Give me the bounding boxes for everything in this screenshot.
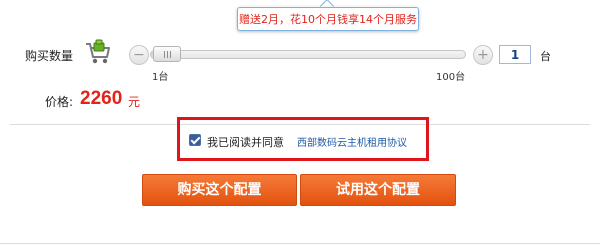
buy-config-button[interactable]: 购买这个配置	[142, 174, 297, 206]
try-config-button[interactable]: 试用这个配置	[300, 174, 456, 206]
price-unit: 元	[128, 95, 141, 109]
quantity-slider-handle[interactable]	[153, 46, 181, 62]
slider-max-label: 100台	[436, 72, 466, 83]
quantity-unit: 台	[540, 50, 551, 63]
quantity-slider-track[interactable]	[150, 50, 466, 59]
shopping-cart-icon	[84, 39, 112, 71]
quantity-label: 购买数量	[25, 49, 74, 63]
decrease-quantity-button[interactable]: −	[129, 45, 149, 65]
price-value: 2260	[80, 88, 123, 109]
quantity-input[interactable]	[499, 45, 531, 64]
slider-min-label: 1台	[152, 72, 169, 83]
increase-quantity-button[interactable]: +	[473, 45, 493, 65]
price-label: 价格:	[45, 95, 74, 109]
bottom-divider	[0, 243, 600, 244]
agreement-checkbox[interactable]	[189, 134, 201, 146]
agreement-text: 我已阅读并同意	[207, 136, 284, 149]
promo-tooltip: 赠送2月，花10个月钱享14个月服务	[237, 7, 419, 31]
agreement-link[interactable]: 西部数码云主机租用协议	[297, 134, 407, 149]
